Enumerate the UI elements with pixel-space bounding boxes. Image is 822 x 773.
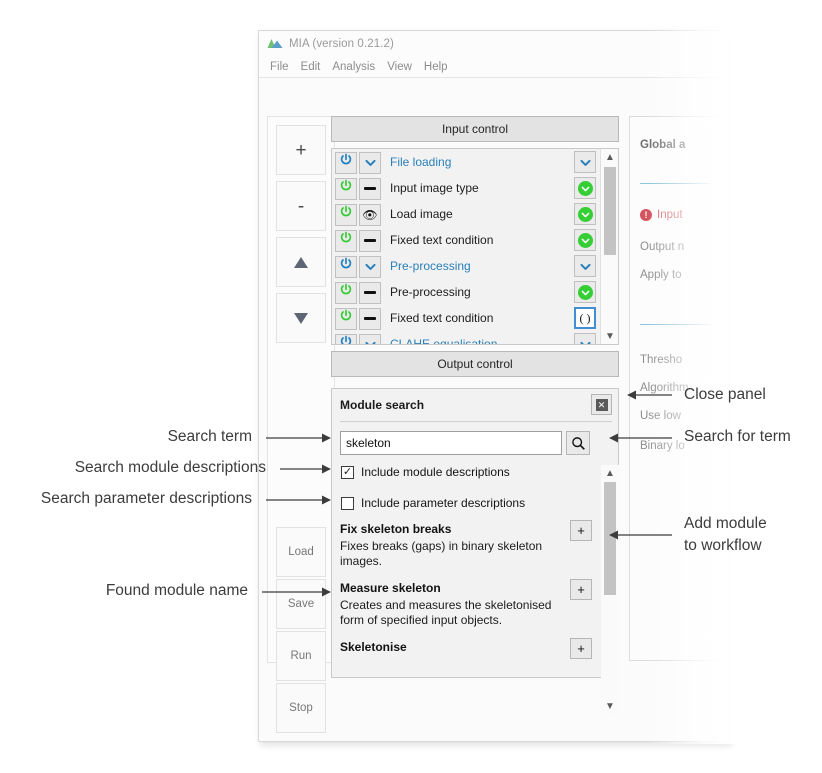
annotation-search-parameter-descriptions: Search parameter descriptions [40,490,252,507]
screenshot-root: MIA (version 0.21.2) File Edit Analysis … [0,0,822,773]
annotation-labels: Search term Search module descriptions S… [0,0,822,773]
annotation-found-module-name: Found module name [105,582,248,599]
annotation-search-term: Search term [167,428,252,445]
annotation-search-module-descriptions: Search module descriptions [74,459,266,476]
annotation-add-module-line1: Add module [684,515,767,532]
annotation-search-for-term: Search for term [684,428,791,445]
annotation-add-module-line2: to workflow [684,537,762,554]
annotation-close-panel: Close panel [684,386,766,403]
